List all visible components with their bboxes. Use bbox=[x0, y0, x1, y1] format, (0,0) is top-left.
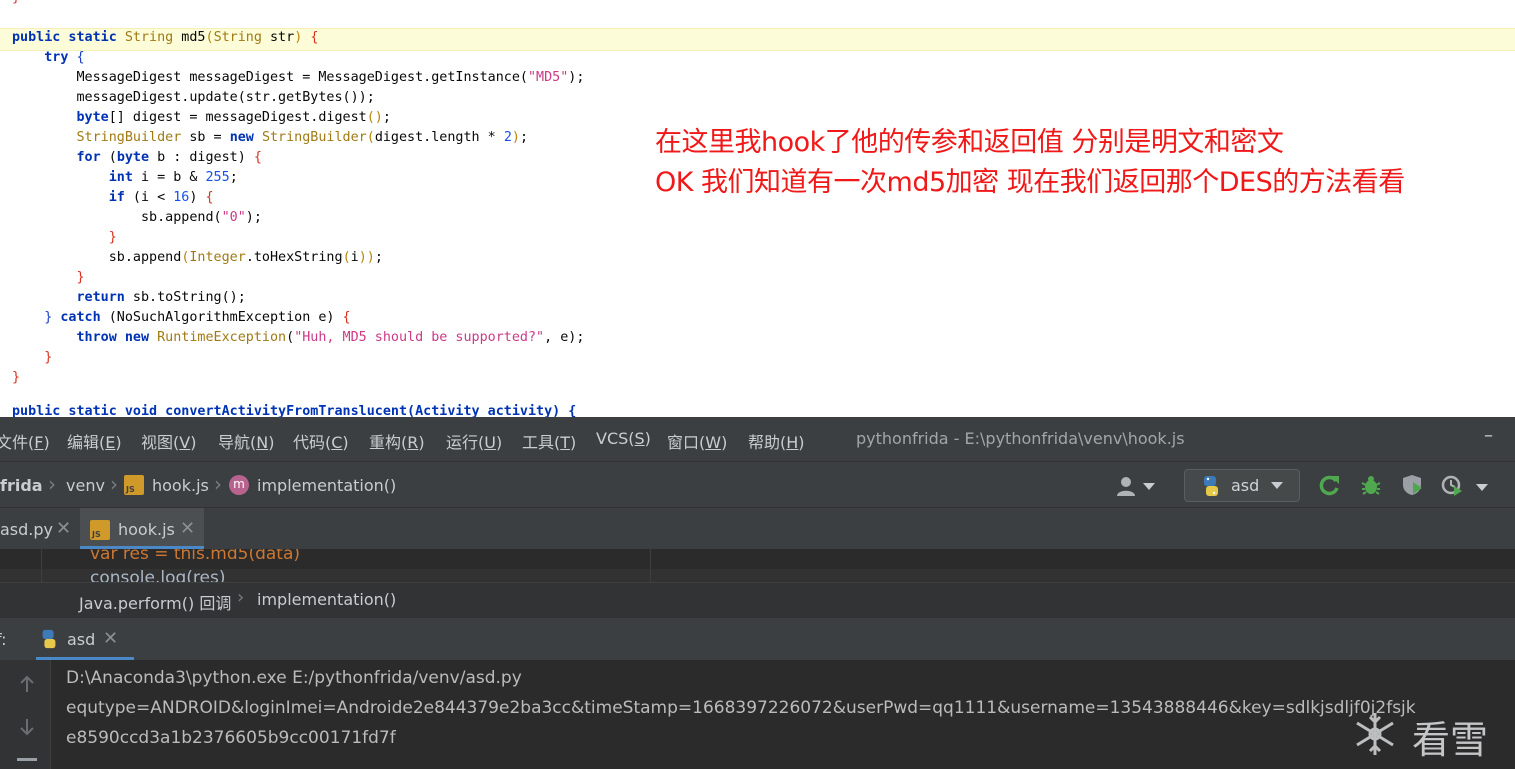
navigation-bar: frida › venv › JS hook.js › m implementa… bbox=[0, 461, 1515, 536]
menu-view[interactable]: 视图(V) bbox=[141, 429, 196, 453]
breadcrumb-java-perform[interactable]: Java.perform() 回调 bbox=[79, 590, 231, 614]
menu-run[interactable]: 运行(U) bbox=[446, 429, 502, 453]
annotation-line-1: 在这里我hook了他的传参和返回值 分别是明文和密文 bbox=[655, 127, 1284, 158]
menu-navigate[interactable]: 导航(N) bbox=[218, 429, 274, 453]
code-line-17: } bbox=[44, 350, 53, 365]
chevron-right-icon: › bbox=[237, 587, 245, 608]
code-line-console-log: console.log(res) bbox=[90, 568, 226, 582]
run-tab-label: asd bbox=[67, 630, 96, 649]
chevron-down-icon[interactable] bbox=[1476, 484, 1488, 491]
snowflake-logo-icon bbox=[1356, 713, 1394, 755]
nav-project[interactable]: frida bbox=[0, 476, 43, 495]
run-config-selector[interactable]: asd bbox=[1184, 469, 1300, 502]
python-icon bbox=[42, 629, 56, 649]
code-line-15: } catch (NoSuchAlgorithmException e) { bbox=[44, 310, 351, 325]
arrow-up-icon[interactable] bbox=[17, 674, 37, 694]
close-icon[interactable]: ✕ bbox=[103, 628, 118, 649]
code-line-partial-bottom: public static void convertActivityFromTr… bbox=[12, 404, 577, 417]
editor-tabs: asd.py ✕ JS hook.js ✕ bbox=[0, 507, 1515, 550]
arrow-down-icon[interactable] bbox=[17, 717, 37, 737]
run-tab-asd[interactable]: asd ✕ bbox=[36, 618, 134, 661]
tab-label: asd.py bbox=[0, 520, 54, 539]
profile-icon[interactable] bbox=[1440, 473, 1464, 497]
close-icon[interactable]: ✕ bbox=[180, 518, 195, 539]
code-line-5: byte[] digest = messageDigest.digest(); bbox=[76, 110, 391, 125]
nav-folder[interactable]: venv bbox=[66, 476, 105, 495]
run-console[interactable]: D:\Anaconda3\python.exe E:/pythonfrida/v… bbox=[0, 660, 1515, 769]
wrap-icon[interactable] bbox=[17, 758, 37, 761]
code-line-3: MessageDigest messageDigest = MessageDig… bbox=[12, 70, 585, 85]
code-line-8: int i = b & 255; bbox=[108, 170, 238, 185]
code-line-2: try { bbox=[44, 50, 85, 65]
tab-hook-js[interactable]: JS hook.js ✕ bbox=[80, 508, 204, 550]
console-line-command: D:\Anaconda3\python.exe E:/pythonfrida/v… bbox=[66, 668, 522, 688]
chevron-right-icon: › bbox=[110, 472, 118, 496]
code-line-4: messageDigest.update(str.getBytes()); bbox=[12, 90, 375, 105]
indent-guide bbox=[41, 549, 42, 582]
rerun-icon[interactable] bbox=[1318, 473, 1342, 497]
nav-file[interactable]: hook.js bbox=[152, 476, 209, 495]
nav-method[interactable]: implementation() bbox=[257, 476, 396, 495]
code-line-partial: } bbox=[12, 0, 20, 8]
right-margin-guide bbox=[650, 549, 651, 582]
chevron-down-icon bbox=[1271, 482, 1283, 489]
code-breadcrumb: Java.perform() 回调 › implementation() bbox=[0, 582, 1515, 618]
console-line-params: equtype=ANDROID&loginImei=Androide2e8443… bbox=[66, 698, 1416, 718]
debug-icon[interactable] bbox=[1359, 473, 1383, 497]
code-line-7: for (byte b : digest) { bbox=[76, 150, 262, 165]
chevron-down-icon[interactable] bbox=[1143, 483, 1155, 490]
current-line-highlight bbox=[0, 569, 1515, 582]
chevron-right-icon: › bbox=[48, 472, 56, 496]
user-icon[interactable] bbox=[1115, 474, 1139, 498]
menu-edit[interactable]: 编辑(E) bbox=[67, 429, 122, 453]
menu-window[interactable]: 窗口(W) bbox=[667, 429, 727, 453]
run-tool-window-header: f: asd ✕ bbox=[0, 617, 1515, 661]
watermark-text: 看雪 bbox=[1412, 718, 1489, 762]
code-line-16: throw new RuntimeException("Huh, MD5 sho… bbox=[76, 330, 585, 345]
menu-code[interactable]: 代码(C) bbox=[293, 429, 349, 453]
code-line-18: } bbox=[12, 370, 21, 385]
minimize-button[interactable]: – bbox=[1484, 425, 1493, 446]
console-toolbar bbox=[0, 660, 51, 769]
code-line-9: if (i < 16) { bbox=[108, 190, 214, 205]
annotation-line-2: OK 我们知道有一次md5加密 现在我们返回那个DES的方法看看 bbox=[655, 167, 1405, 198]
run-config-label: asd bbox=[1231, 476, 1260, 495]
menu-file[interactable]: 文件(F) bbox=[0, 429, 50, 453]
code-editor-dark[interactable]: var res = this.md5(data) console.log(res… bbox=[0, 549, 1515, 582]
code-line-var-res: var res = this.md5(data) bbox=[90, 549, 301, 564]
tab-asd-py[interactable]: asd.py ✕ bbox=[0, 508, 78, 550]
console-line-hash: e8590ccd3a1b2376605b9cc00171fd7f bbox=[66, 728, 396, 748]
menu-bar: 文件(F) 编辑(E) 视图(V) 导航(N) 代码(C) 重构(R) 运行(U… bbox=[0, 417, 1515, 461]
run-panel-prefix: f: bbox=[0, 630, 7, 649]
code-line-1: public static String md5(String str) { bbox=[12, 30, 319, 45]
js-file-icon: JS bbox=[90, 520, 110, 540]
js-file-icon: JS bbox=[124, 475, 144, 495]
python-icon bbox=[1204, 476, 1218, 496]
code-line-6: StringBuilder sb = new StringBuilder(dig… bbox=[76, 130, 529, 145]
code-line-12: sb.append(Integer.toHexString(i)); bbox=[12, 250, 383, 265]
tab-label: hook.js bbox=[118, 520, 175, 539]
kanxue-watermark: 看雪 bbox=[1350, 705, 1500, 763]
code-line-11: } bbox=[108, 230, 117, 245]
menu-help[interactable]: 帮助(H) bbox=[748, 429, 805, 453]
chevron-right-icon: › bbox=[214, 472, 222, 496]
coverage-icon[interactable] bbox=[1400, 473, 1424, 497]
close-icon[interactable]: ✕ bbox=[56, 518, 71, 539]
code-line-10: sb.append("0"); bbox=[12, 210, 262, 225]
window-title: pythonfrida - E:\pythonfrida\venv\hook.j… bbox=[856, 429, 1185, 448]
menu-vcs[interactable]: VCS(S) bbox=[596, 429, 651, 448]
method-icon: m bbox=[229, 475, 249, 495]
code-line-13: } bbox=[76, 270, 85, 285]
code-editor-light[interactable]: } public static String md5(String str) {… bbox=[0, 0, 1515, 417]
breadcrumb-implementation[interactable]: implementation() bbox=[257, 590, 396, 609]
menu-refactor[interactable]: 重构(R) bbox=[369, 429, 425, 453]
menu-tools[interactable]: 工具(T) bbox=[522, 429, 576, 453]
code-line-14: return sb.toString(); bbox=[76, 290, 246, 305]
ide-window: 文件(F) 编辑(E) 视图(V) 导航(N) 代码(C) 重构(R) 运行(U… bbox=[0, 417, 1515, 769]
